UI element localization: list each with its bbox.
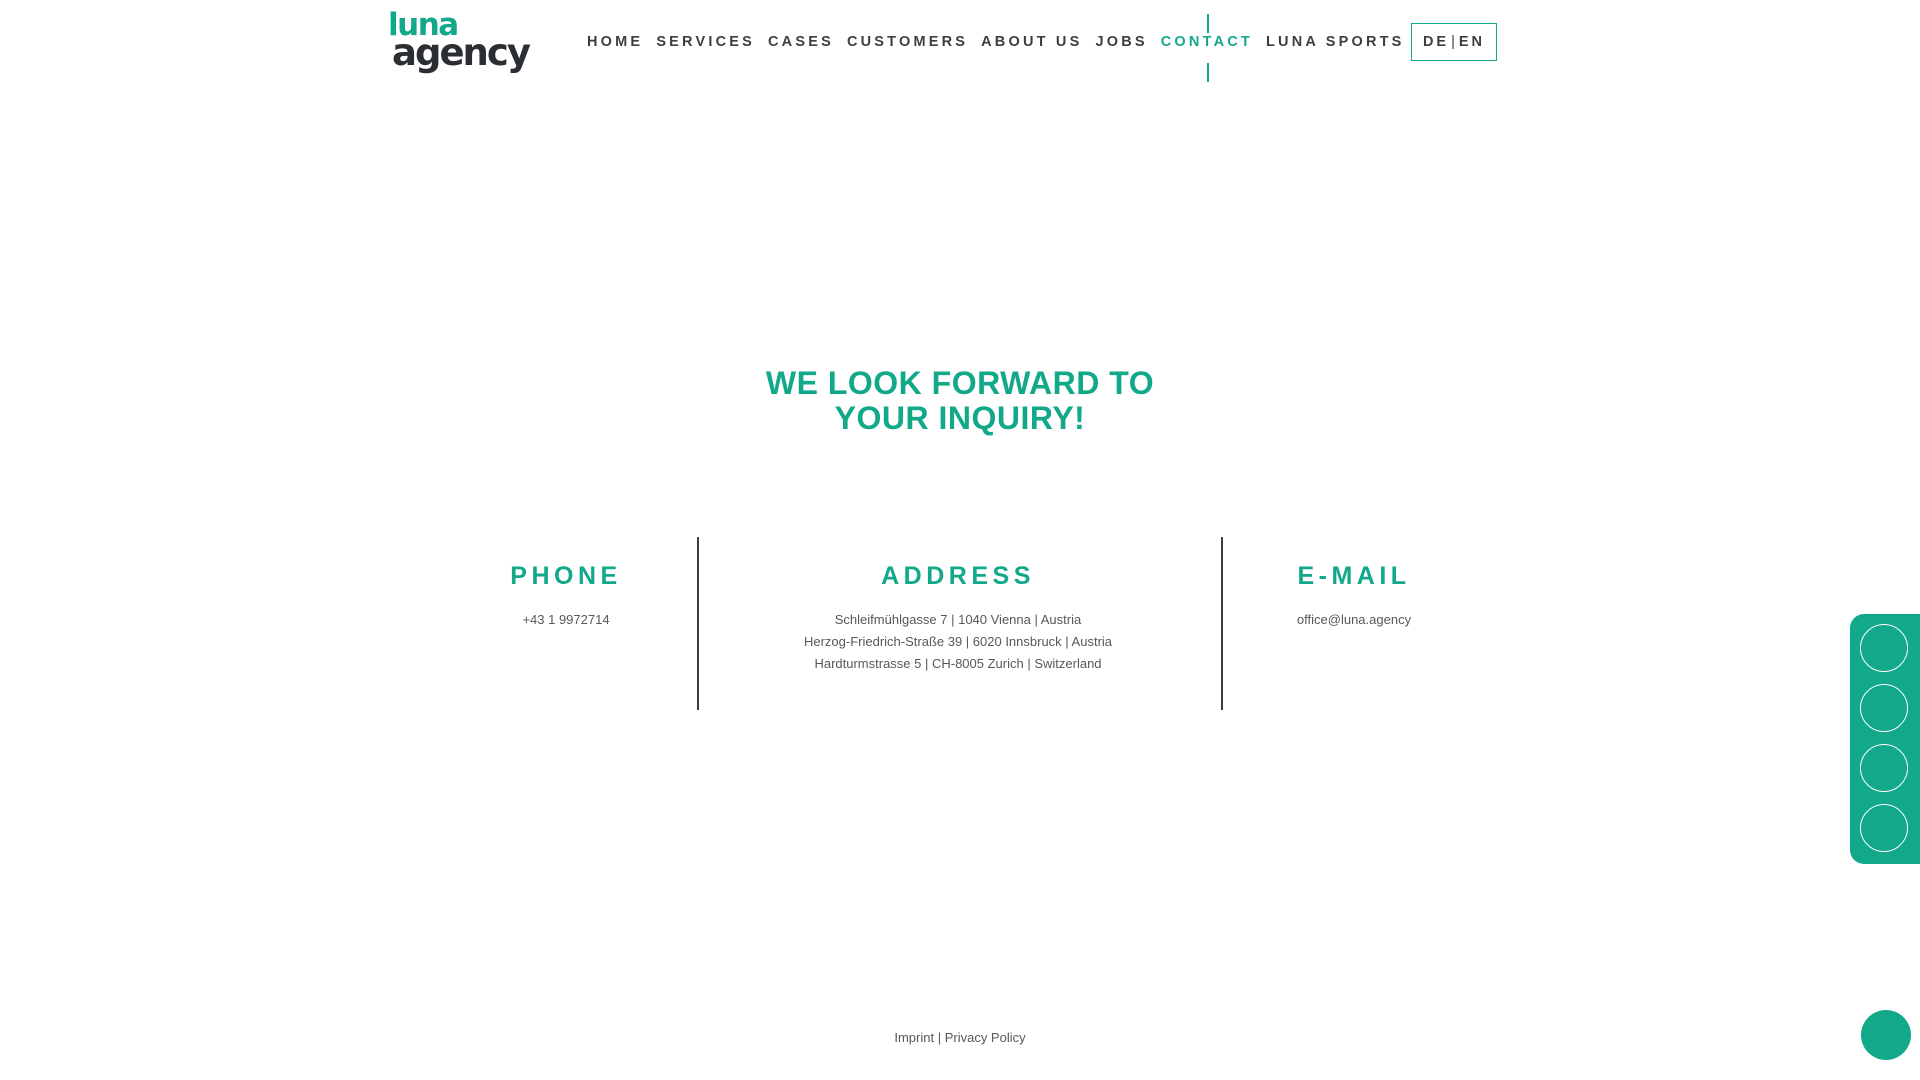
nav-item-services[interactable]: SERVICES [656,34,755,50]
heading-line2: YOUR INQUIRY! [834,400,1086,436]
phone-number[interactable]: +43 1 9972714 [466,609,666,631]
email-title: E-MAIL [1297,562,1411,590]
address-line-vienna: Schleifmühlgasse 7 | 1040 Vienna | Austr… [834,612,1082,627]
nav-item-jobs[interactable]: JOBS [1095,34,1147,50]
lang-en-link[interactable]: EN [1459,34,1485,50]
main-nav: HOME SERVICES CASES CUSTOMERS ABOUT US J… [587,14,1418,82]
email-section: E-MAIL office@luna.agency [1254,562,1454,631]
nav-item-cases[interactable]: CASES [768,34,834,50]
phone-section: PHONE +43 1 9972714 [466,562,666,631]
address-section: ADDRESS Schleifmühlgasse 7 | 1040 Vienna… [758,562,1158,675]
imprint-link[interactable]: Imprint [894,1030,934,1045]
social-icon-1[interactable] [1860,624,1908,672]
nav-item-customers[interactable]: CUSTOMERS [847,34,968,50]
social-icon-3[interactable] [1860,744,1908,792]
page: luna agency HOME SERVICES CASES CUSTOMER… [0,0,1920,1080]
nav-item-home[interactable]: HOME [587,34,643,50]
email-address[interactable]: office@luna.agency [1254,609,1454,631]
chat-button-icon[interactable] [1861,1010,1911,1060]
heading-line1: WE LOOK FORWARD TO [765,365,1155,401]
page-heading: WE LOOK FORWARD TO YOUR INQUIRY! [660,366,1260,436]
language-switcher: DE | EN [1411,23,1497,61]
lang-separator: | [1451,34,1455,50]
social-icon-2[interactable] [1860,684,1908,732]
address-line-zurich: Hardturmstrasse 5 | CH-8005 Zurich | Swi… [814,656,1102,671]
column-divider-left [697,537,699,710]
footer: Imprint | Privacy Policy [760,1030,1160,1045]
lang-de-link[interactable]: DE [1423,34,1449,50]
luna-agency-logo[interactable]: luna agency [388,10,531,74]
logo-line2: agency [392,31,531,74]
column-divider-right [1221,537,1223,710]
nav-item-contact[interactable]: CONTACT [1161,14,1253,82]
nav-item-about-us[interactable]: ABOUT US [981,34,1082,50]
social-sidebar [1850,614,1920,864]
nav-item-luna-sports[interactable]: LUNA SPORTS [1266,34,1405,50]
address-title: ADDRESS [881,562,1035,590]
phone-title: PHONE [510,562,622,590]
privacy-policy-link[interactable]: Privacy Policy [945,1030,1026,1045]
social-icon-4[interactable] [1860,804,1908,852]
address-line-innsbruck: Herzog-Friedrich-Straße 39 | 6020 Innsbr… [803,634,1113,649]
address-lines: Schleifmühlgasse 7 | 1040 Vienna | Austr… [758,609,1158,675]
footer-separator: | [934,1030,945,1045]
